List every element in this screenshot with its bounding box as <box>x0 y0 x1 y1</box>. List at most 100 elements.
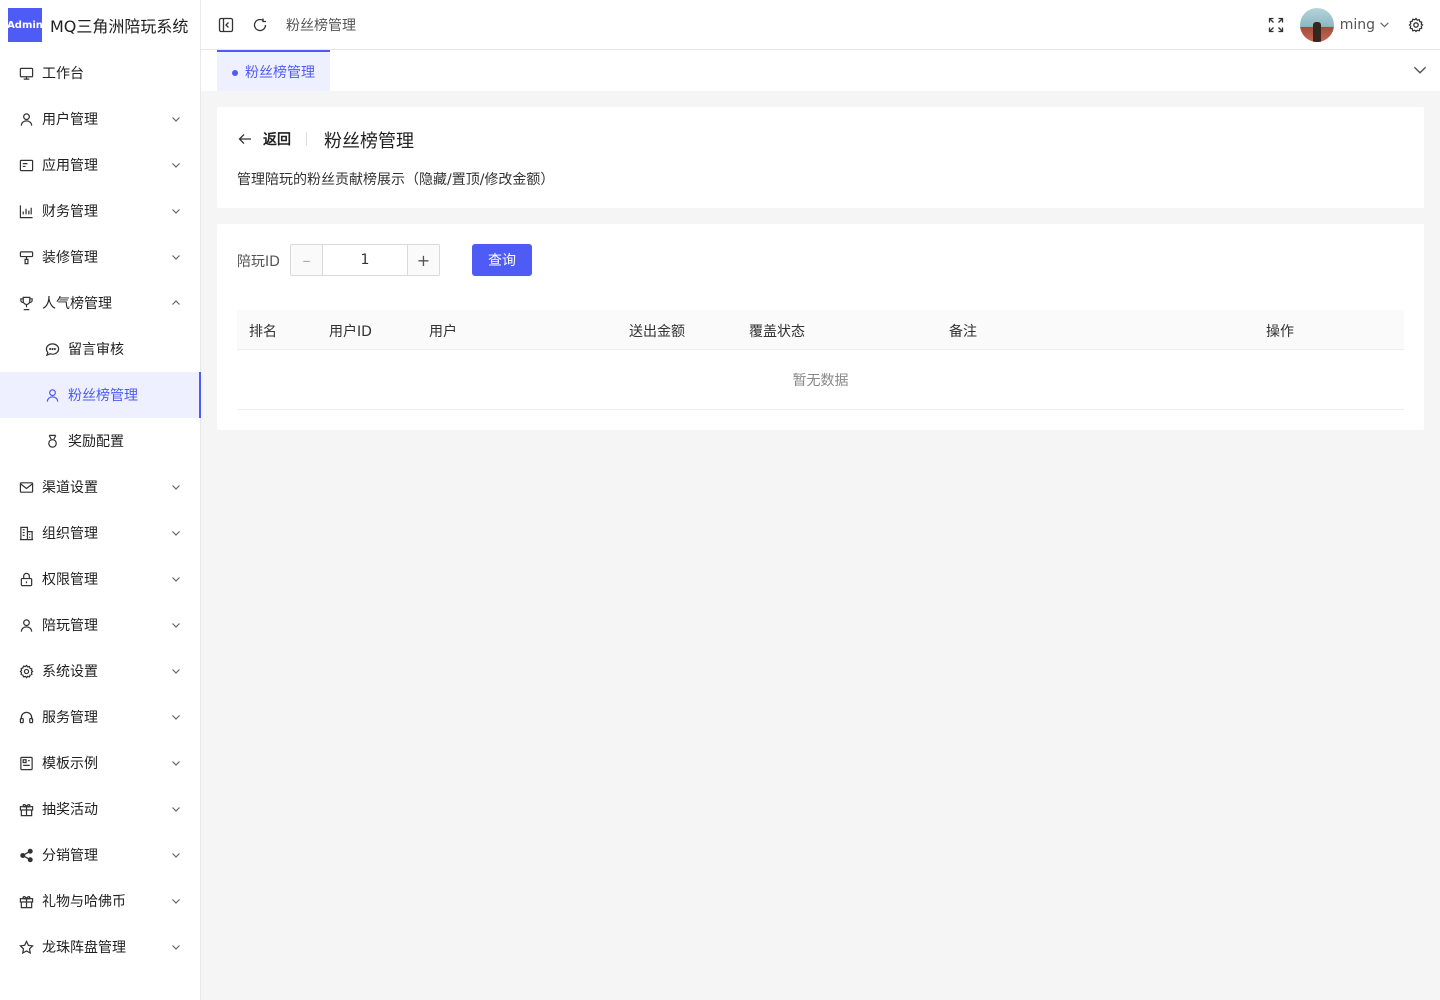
paint-icon <box>18 249 34 265</box>
fan-ranking-table: 排名 用户ID 用户 送出金额 覆盖状态 备注 操作 暂无数据 <box>237 310 1404 410</box>
arrow-left-icon <box>237 131 253 147</box>
brand[interactable]: Admin MQ三角洲陪玩系统 <box>0 0 200 50</box>
chevron-down-icon <box>170 895 182 907</box>
sidebar-item-permissions[interactable]: 权限管理 <box>0 556 200 602</box>
chevron-down-icon <box>170 803 182 815</box>
breadcrumb: 粉丝榜管理 <box>286 17 356 34</box>
chevron-down-icon <box>170 481 182 493</box>
building-icon <box>18 525 34 541</box>
user-icon <box>18 617 34 633</box>
user-icon <box>44 387 60 403</box>
fullscreen-icon[interactable] <box>1266 15 1286 35</box>
chevron-down-icon <box>170 619 182 631</box>
sidebar-item-popularity[interactable]: 人气榜管理 <box>0 280 200 326</box>
sidebar-item-label: 礼物与哈佛币 <box>42 894 126 910</box>
page-description: 管理陪玩的粉丝贡献榜展示（隐藏/置顶/修改金额） <box>237 172 555 188</box>
chevron-down-icon <box>170 941 182 953</box>
bar-chart-icon <box>18 203 34 219</box>
content-card: 陪玩ID – + 查询 排名 用户ID 用户 送出金额 覆盖状态 备注 操作 暂… <box>217 224 1424 430</box>
companion-id-stepper: – + <box>290 244 440 276</box>
sidebar-item-fan-ranking[interactable]: 粉丝榜管理 <box>0 372 201 418</box>
collapse-sidebar-icon[interactable] <box>216 15 236 35</box>
app-icon <box>18 157 34 173</box>
trophy-icon <box>18 295 34 311</box>
sidebar-item-label: 分销管理 <box>42 848 98 864</box>
mail-icon <box>18 479 34 495</box>
sidebar-item-finance[interactable]: 财务管理 <box>0 188 200 234</box>
sidebar-item-templates[interactable]: 模板示例 <box>0 740 200 786</box>
sidebar-item-label: 渠道设置 <box>42 480 98 496</box>
sidebar-item-channel[interactable]: 渠道设置 <box>0 464 200 510</box>
sidebar-item-org[interactable]: 组织管理 <box>0 510 200 556</box>
lock-icon <box>18 571 34 587</box>
sidebar-item-message-review[interactable]: 留言审核 <box>0 326 200 372</box>
header-actions: ming <box>1266 7 1440 42</box>
gear-icon[interactable] <box>1406 15 1426 35</box>
sidebar-item-label: 服务管理 <box>42 710 98 726</box>
sidebar-item-label: 抽奖活动 <box>42 802 98 818</box>
table-header: 排名 用户ID 用户 送出金额 覆盖状态 备注 操作 <box>237 310 1404 350</box>
column-header-override-status[interactable]: 覆盖状态 <box>749 321 805 341</box>
companion-id-input[interactable] <box>323 245 407 275</box>
column-header-amount[interactable]: 送出金额 <box>629 321 685 341</box>
sidebar-item-label: 粉丝榜管理 <box>68 388 138 404</box>
chevron-down-icon <box>170 251 182 263</box>
sidebar-item-distribution[interactable]: 分销管理 <box>0 832 200 878</box>
user-menu[interactable]: ming <box>1286 7 1390 42</box>
sidebar-item-users[interactable]: 用户管理 <box>0 96 200 142</box>
column-header-user-id[interactable]: 用户ID <box>329 321 372 341</box>
sidebar-item-label: 系统设置 <box>42 664 98 680</box>
monitor-icon <box>18 65 34 81</box>
sidebar-item-lottery[interactable]: 抽奖活动 <box>0 786 200 832</box>
sidebar-item-companions[interactable]: 陪玩管理 <box>0 602 200 648</box>
sidebar-item-apps[interactable]: 应用管理 <box>0 142 200 188</box>
sidebar-item-label: 陪玩管理 <box>42 618 98 634</box>
star-icon <box>18 939 34 955</box>
column-header-user[interactable]: 用户 <box>429 321 457 341</box>
plus-icon[interactable]: + <box>407 245 439 275</box>
chevron-down-icon[interactable] <box>1412 62 1428 78</box>
chevron-down-icon <box>170 711 182 723</box>
brand-title: MQ三角洲陪玩系统 <box>50 17 189 36</box>
sidebar-item-system-settings[interactable]: 系统设置 <box>0 648 200 694</box>
sidebar-item-reward-config[interactable]: 奖励配置 <box>0 418 200 464</box>
sidebar-menu: 工作台 用户管理 应用管理 财务管理 装修管理 人气榜管理 留言审核 粉丝榜管理… <box>0 50 201 970</box>
query-button[interactable]: 查询 <box>472 244 532 276</box>
back-label: 返回 <box>263 132 291 148</box>
sidebar-item-label: 财务管理 <box>42 204 98 220</box>
table-empty-state: 暂无数据 <box>237 350 1404 410</box>
headset-icon <box>18 709 34 725</box>
sidebar-item-workbench[interactable]: 工作台 <box>0 50 200 96</box>
chevron-down-icon <box>170 205 182 217</box>
sidebar-item-label: 权限管理 <box>42 572 98 588</box>
sidebar-item-gifts[interactable]: 礼物与哈佛币 <box>0 878 200 924</box>
brand-logo: Admin <box>7 8 43 42</box>
user-icon <box>18 111 34 127</box>
column-header-actions[interactable]: 操作 <box>1266 321 1294 341</box>
chevron-up-icon <box>170 297 182 309</box>
share-icon <box>18 847 34 863</box>
chevron-down-icon <box>170 527 182 539</box>
sidebar-item-label: 龙珠阵盘管理 <box>42 940 126 956</box>
sidebar-item-services[interactable]: 服务管理 <box>0 694 200 740</box>
chevron-down-icon <box>170 757 182 769</box>
column-header-remark[interactable]: 备注 <box>949 321 977 341</box>
sidebar-item-label: 应用管理 <box>42 158 98 174</box>
companion-id-label: 陪玩ID <box>237 254 280 270</box>
sidebar-item-label: 人气榜管理 <box>42 296 112 312</box>
chevron-down-icon <box>1379 19 1390 30</box>
gear-icon <box>18 663 34 679</box>
username: ming <box>1339 16 1375 33</box>
gift-icon <box>18 893 34 909</box>
sidebar-item-dragonball[interactable]: 龙珠阵盘管理 <box>0 924 200 970</box>
back-button[interactable]: 返回 <box>237 129 291 149</box>
minus-icon[interactable]: – <box>291 245 323 275</box>
sidebar: Admin MQ三角洲陪玩系统 工作台 用户管理 应用管理 财务管理 装修管理 <box>0 0 201 1000</box>
chevron-down-icon <box>170 159 182 171</box>
refresh-icon[interactable] <box>250 15 270 35</box>
sidebar-item-decoration[interactable]: 装修管理 <box>0 234 200 280</box>
chevron-down-icon <box>170 849 182 861</box>
sidebar-item-label: 奖励配置 <box>68 434 124 450</box>
tab-fan-ranking[interactable]: 粉丝榜管理 <box>217 50 330 91</box>
column-header-rank[interactable]: 排名 <box>249 321 277 341</box>
